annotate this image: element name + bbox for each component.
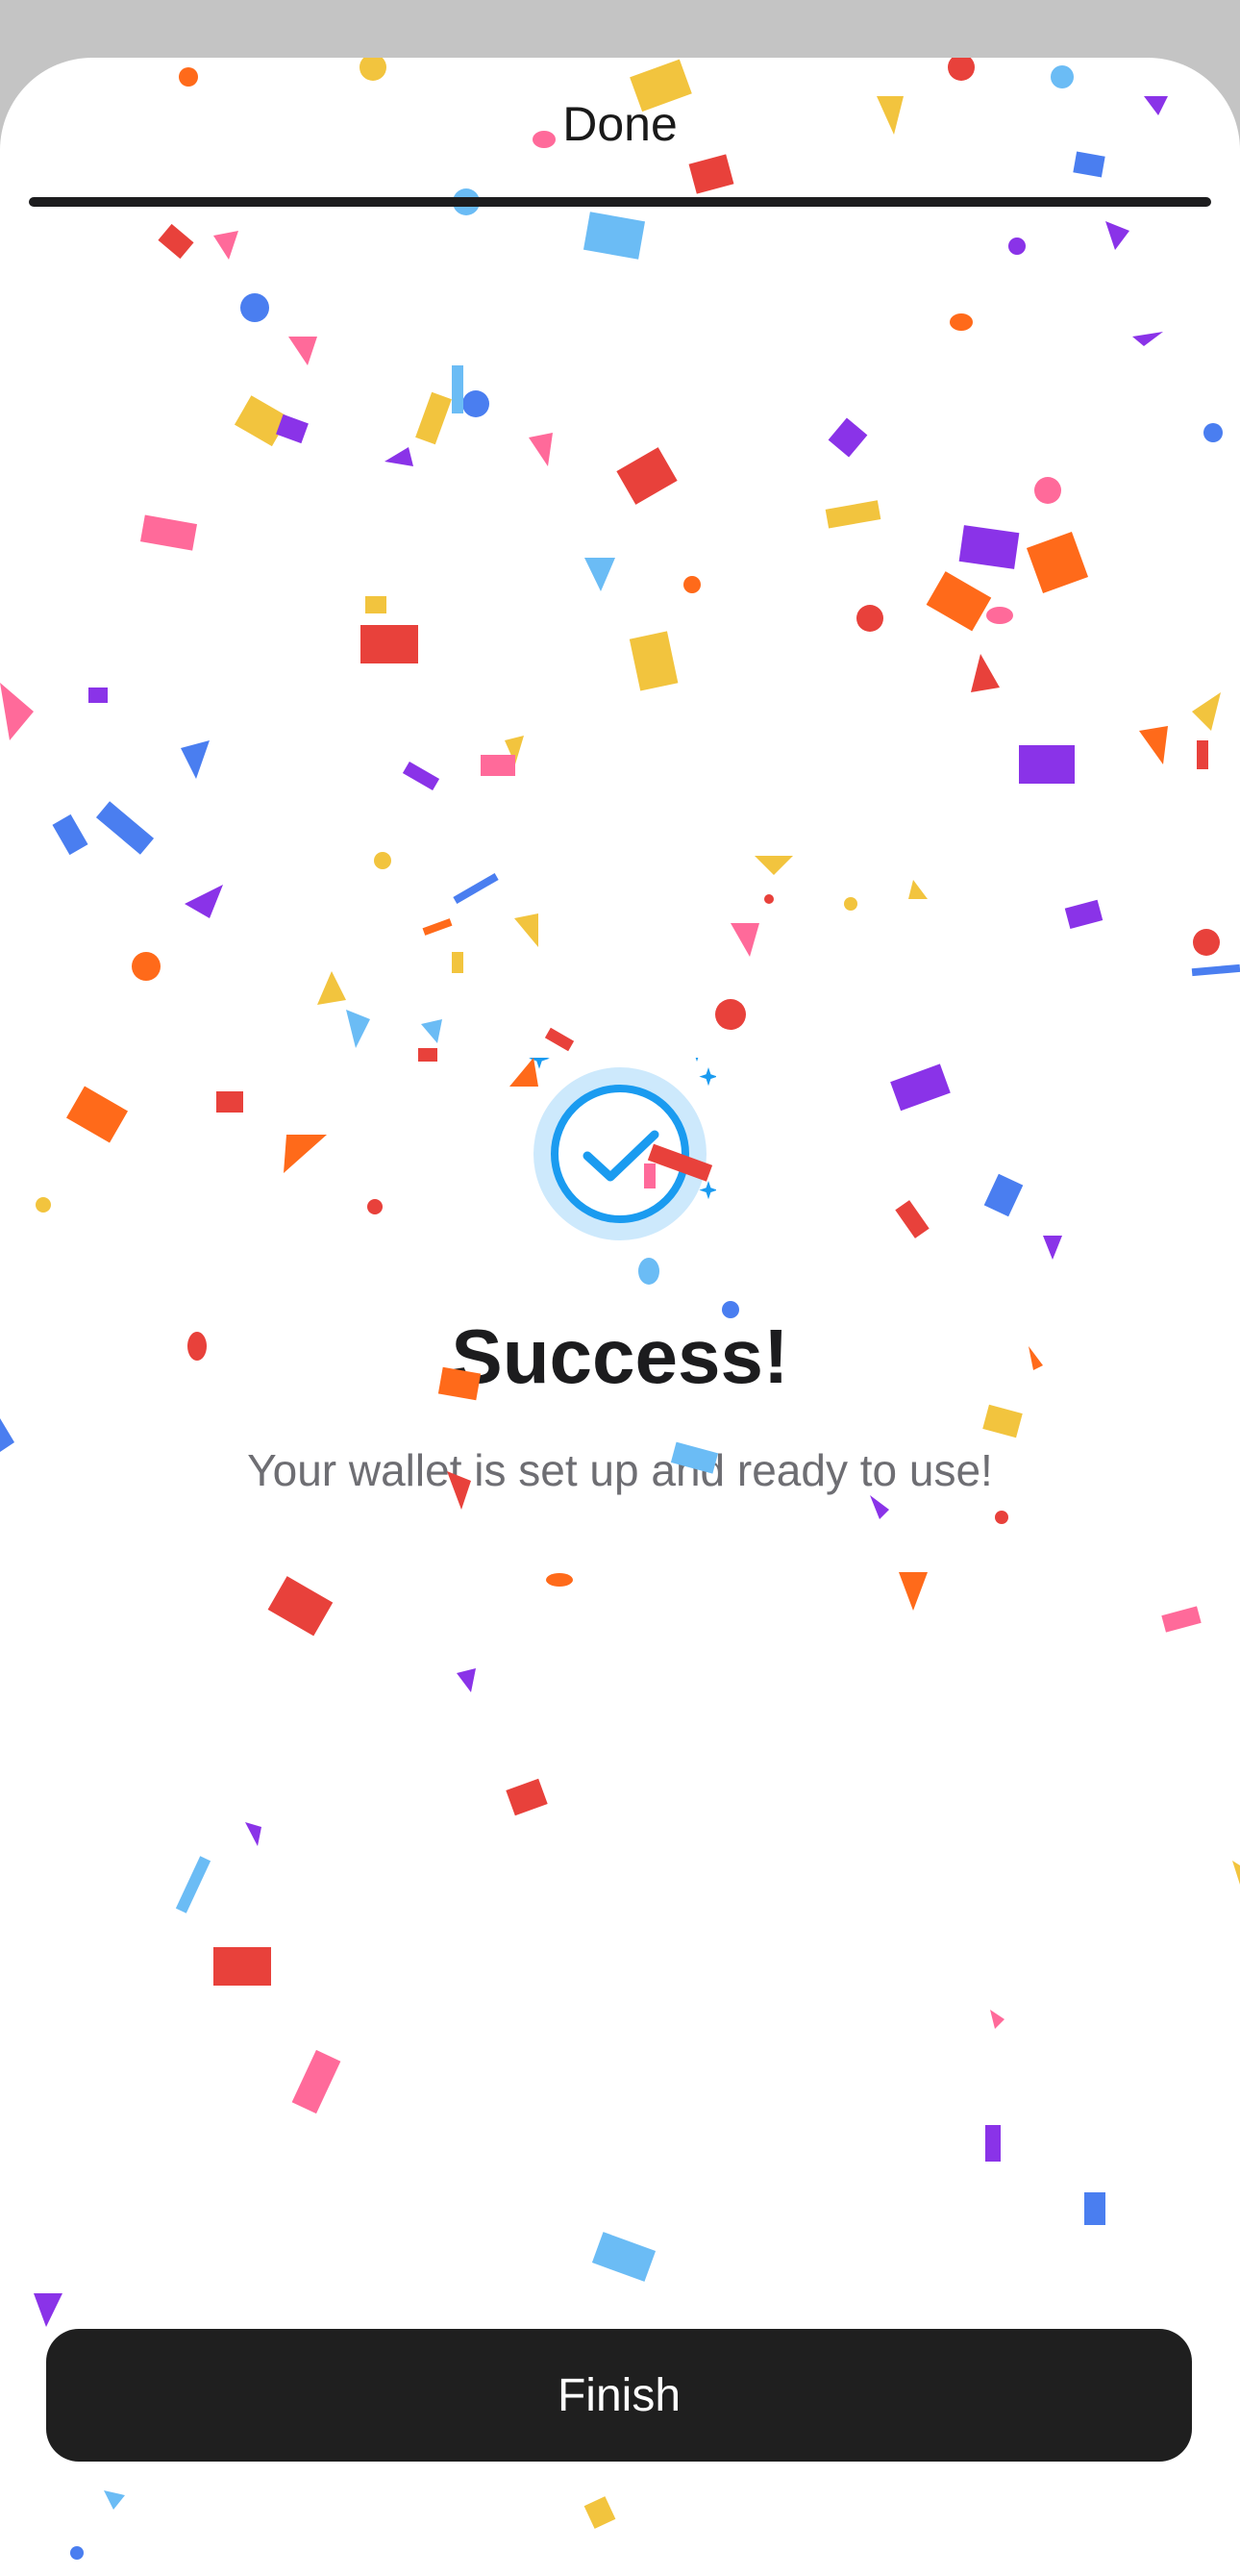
success-title: Success! xyxy=(451,1313,789,1399)
check-circle-icon xyxy=(529,1058,716,1240)
success-sheet: Done Success! Your wallet is set up and … xyxy=(0,58,1240,2576)
finish-button[interactable]: Finish xyxy=(46,2329,1192,2462)
progress-bar xyxy=(29,197,1211,207)
success-subtitle: Your wallet is set up and ready to use! xyxy=(247,1445,993,1495)
header-title[interactable]: Done xyxy=(0,96,1240,152)
